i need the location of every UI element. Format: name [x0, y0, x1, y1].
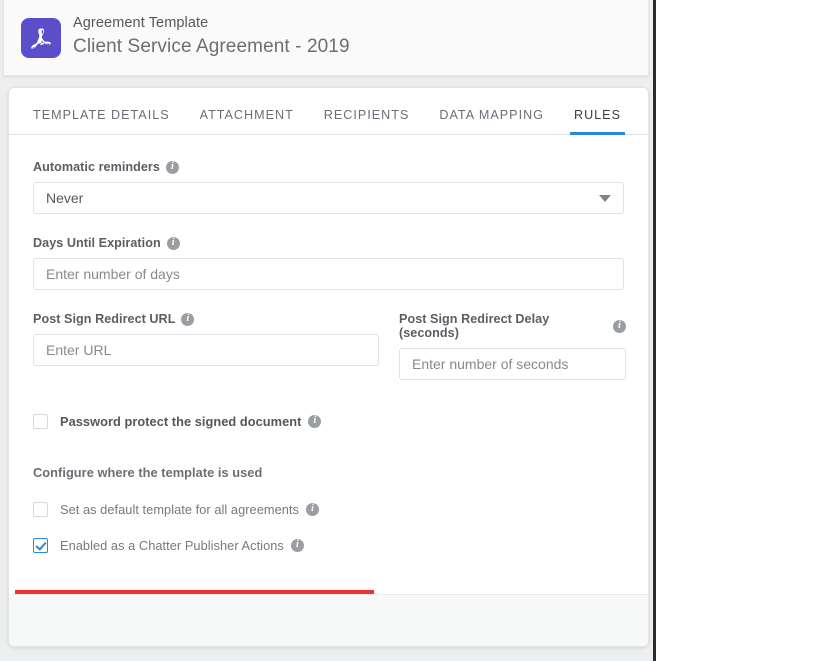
configure-section-heading: Configure where the template is used [33, 465, 263, 480]
redirect-row: Post Sign Redirect URL Post Sign Redirec… [33, 312, 626, 380]
header-eyebrow: Agreement Template [73, 15, 209, 31]
tab-template-details[interactable]: TEMPLATE DETAILS [33, 108, 170, 134]
set-default-template-label: Set as default template for all agreemen… [60, 501, 299, 517]
info-icon[interactable] [305, 502, 319, 516]
info-icon[interactable] [166, 236, 180, 250]
header-text-block: Agreement Template Client Service Agreem… [73, 14, 350, 60]
chatter-publisher-label: Enabled as a Chatter Publisher Actions [60, 537, 284, 553]
info-icon[interactable] [613, 319, 626, 333]
automatic-reminders-label: Automatic reminders [33, 160, 624, 174]
post-sign-redirect-delay-label-text: Post Sign Redirect Delay (seconds) [399, 312, 550, 340]
info-icon[interactable] [165, 160, 179, 174]
pdf-document-icon [21, 18, 61, 58]
automatic-reminders-label-text: Automatic reminders [33, 160, 160, 174]
rules-card: TEMPLATE DETAILS ATTACHMENT RECIPIENTS D… [8, 87, 649, 647]
post-sign-redirect-delay-label: Post Sign Redirect Delay (seconds) [399, 312, 626, 340]
automatic-reminders-select-wrap: Never [33, 182, 624, 214]
post-sign-redirect-url-label: Post Sign Redirect URL [33, 312, 379, 326]
password-protect-row[interactable]: Password protect the signed document [33, 410, 624, 432]
chatter-publisher-row[interactable]: Enabled as a Chatter Publisher Actions [33, 534, 624, 556]
post-sign-redirect-url-field: Post Sign Redirect URL [33, 312, 379, 380]
set-default-template-row[interactable]: Set as default template for all agreemen… [33, 498, 624, 520]
post-sign-redirect-delay-input[interactable] [399, 348, 626, 380]
password-protect-label: Password protect the signed document [60, 413, 302, 429]
tab-bar: TEMPLATE DETAILS ATTACHMENT RECIPIENTS D… [9, 88, 648, 135]
tab-data-mapping[interactable]: DATA MAPPING [439, 108, 544, 134]
browser-viewport: Agreement Template Client Service Agreem… [0, 0, 656, 661]
card-footer [9, 594, 648, 646]
info-icon[interactable] [181, 312, 195, 326]
password-protect-checkbox[interactable] [33, 413, 48, 429]
info-icon[interactable] [290, 538, 304, 552]
chatter-publisher-checkbox[interactable] [33, 537, 48, 553]
tab-attachment[interactable]: ATTACHMENT [200, 108, 294, 134]
rules-form: Automatic reminders Never Days Until Exp… [9, 135, 648, 640]
automatic-reminders-select[interactable]: Never [33, 182, 624, 214]
post-sign-redirect-url-input[interactable] [33, 334, 379, 366]
info-icon[interactable] [308, 414, 322, 428]
tab-rules[interactable]: RULES [569, 108, 625, 135]
tab-recipients[interactable]: RECIPIENTS [324, 108, 410, 134]
days-until-expiration-input[interactable] [33, 258, 624, 290]
page-title: Client Service Agreement - 2019 [73, 36, 350, 57]
post-sign-redirect-url-label-text: Post Sign Redirect URL [33, 312, 176, 326]
set-default-template-checkbox[interactable] [33, 501, 48, 517]
days-until-expiration-label-text: Days Until Expiration [33, 236, 161, 250]
post-sign-redirect-delay-field: Post Sign Redirect Delay (seconds) [399, 312, 626, 380]
agreement-header-card: Agreement Template Client Service Agreem… [3, 0, 649, 76]
days-until-expiration-label: Days Until Expiration [33, 236, 624, 250]
